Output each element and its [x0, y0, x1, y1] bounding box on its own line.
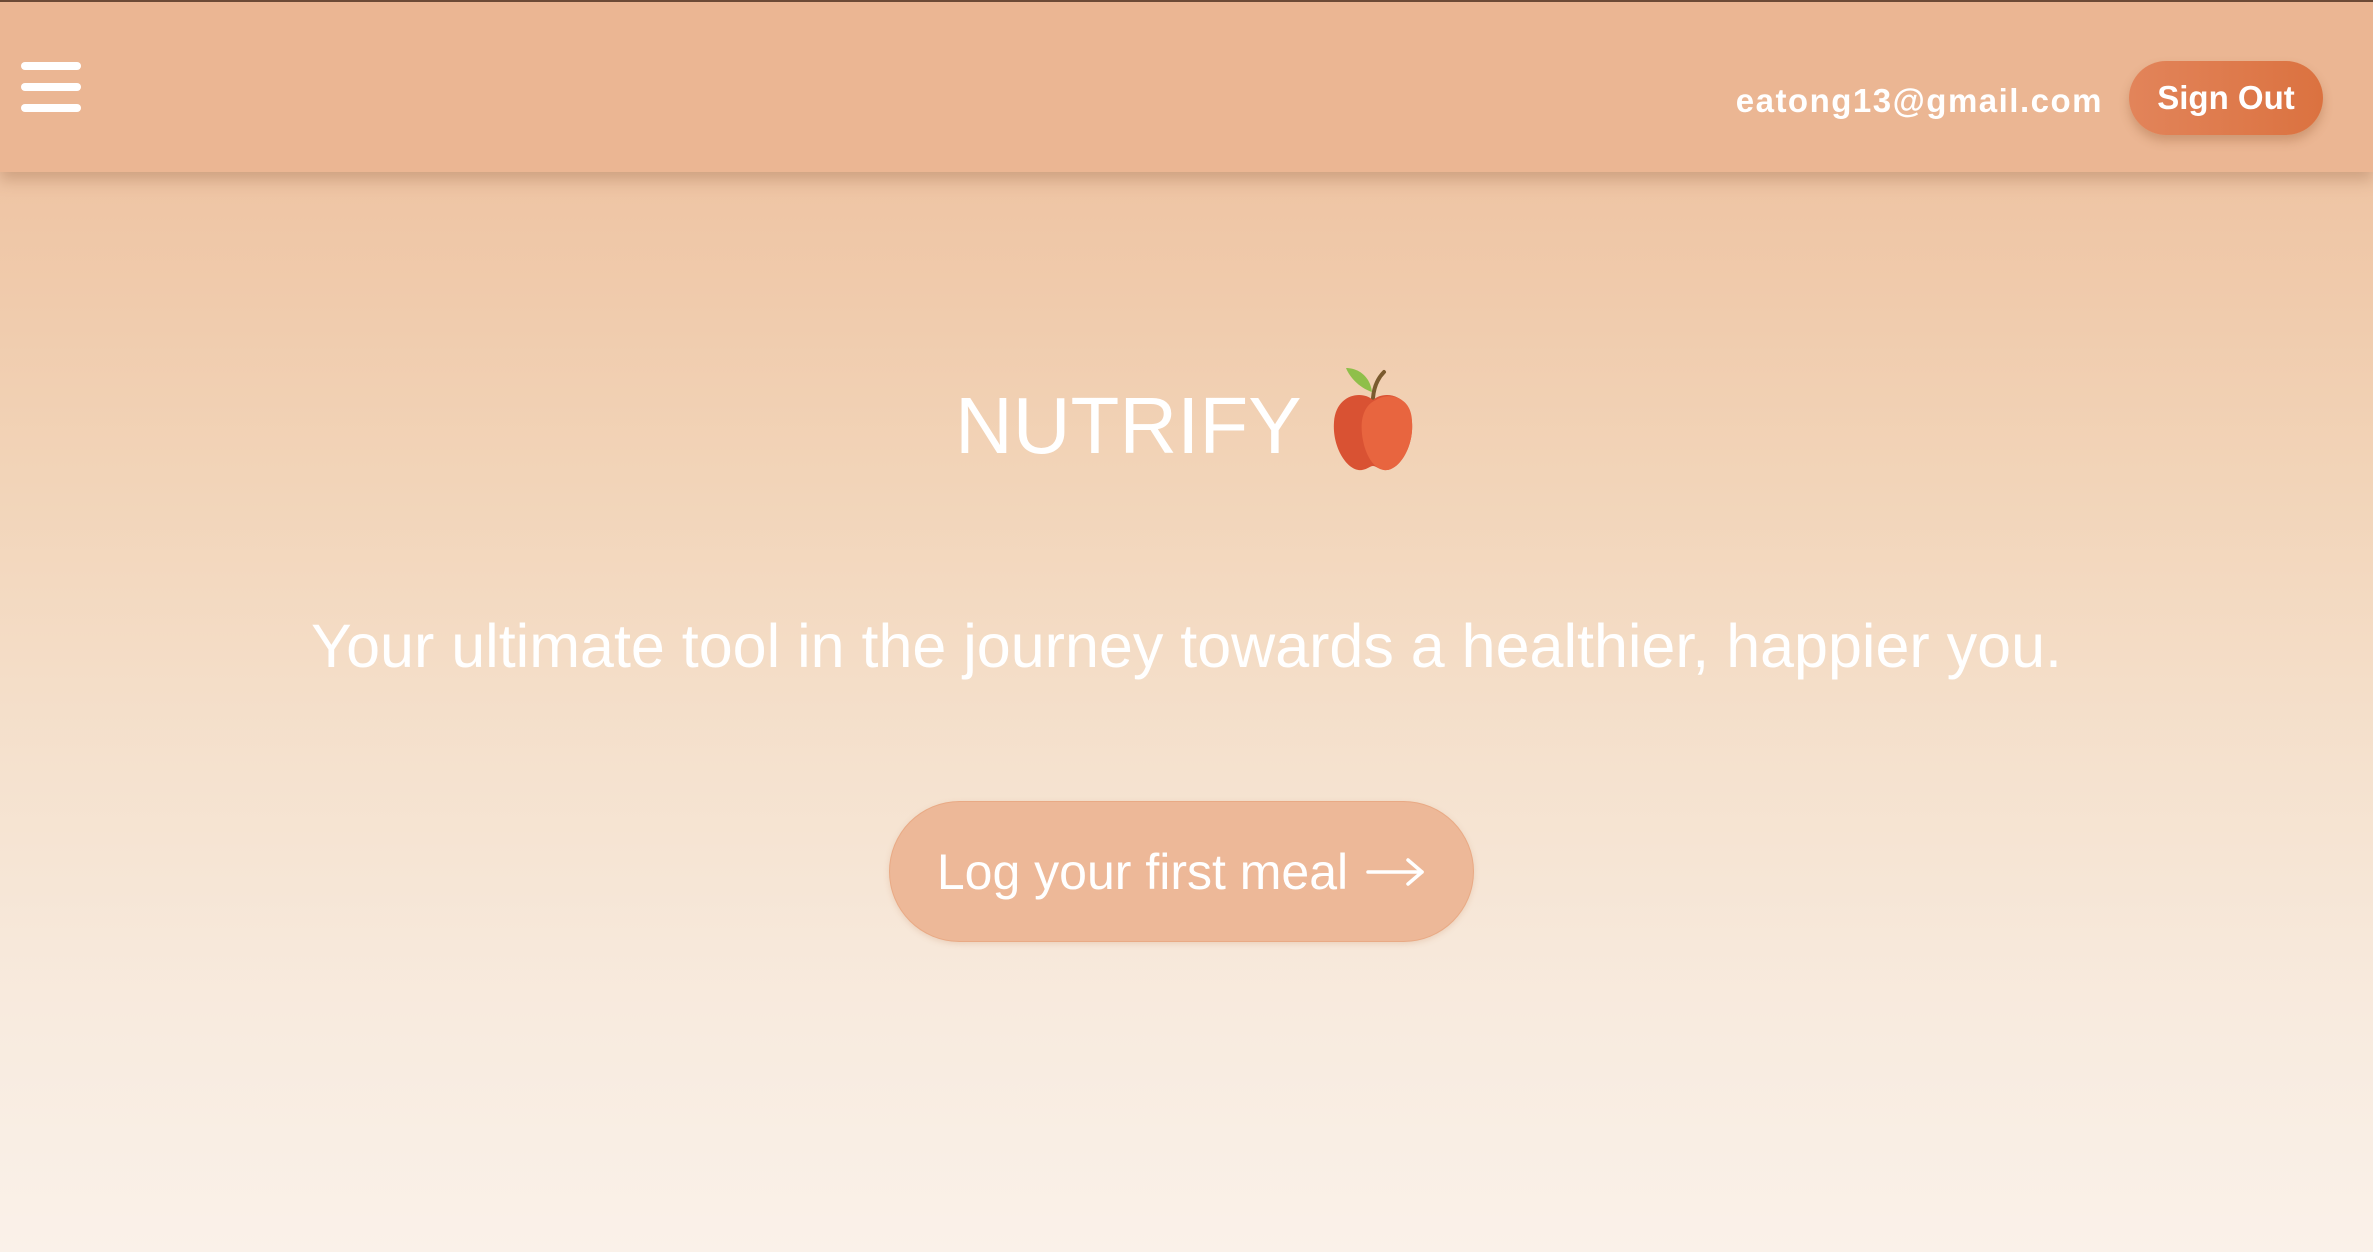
cta-label: Log your first meal [936, 843, 1349, 900]
hamburger-menu-icon[interactable] [18, 58, 84, 116]
user-email: eatong13@gmail.com [1735, 82, 2103, 119]
apple-icon [1328, 364, 1418, 474]
arrow-right-icon [1366, 857, 1426, 887]
menu-bar [21, 62, 81, 70]
log-first-meal-button[interactable]: Log your first meal [889, 801, 1474, 942]
top-navbar: eatong13@gmail.com Sign Out [0, 2, 2373, 172]
app-title: NUTRIFY [954, 381, 1302, 470]
menu-bar [21, 83, 81, 91]
menu-bar [21, 104, 81, 112]
hero-title-row: NUTRIFY [0, 368, 2373, 474]
tagline: Your ultimate tool in the journey toward… [311, 612, 2062, 680]
sign-out-button[interactable]: Sign Out [2129, 61, 2323, 135]
